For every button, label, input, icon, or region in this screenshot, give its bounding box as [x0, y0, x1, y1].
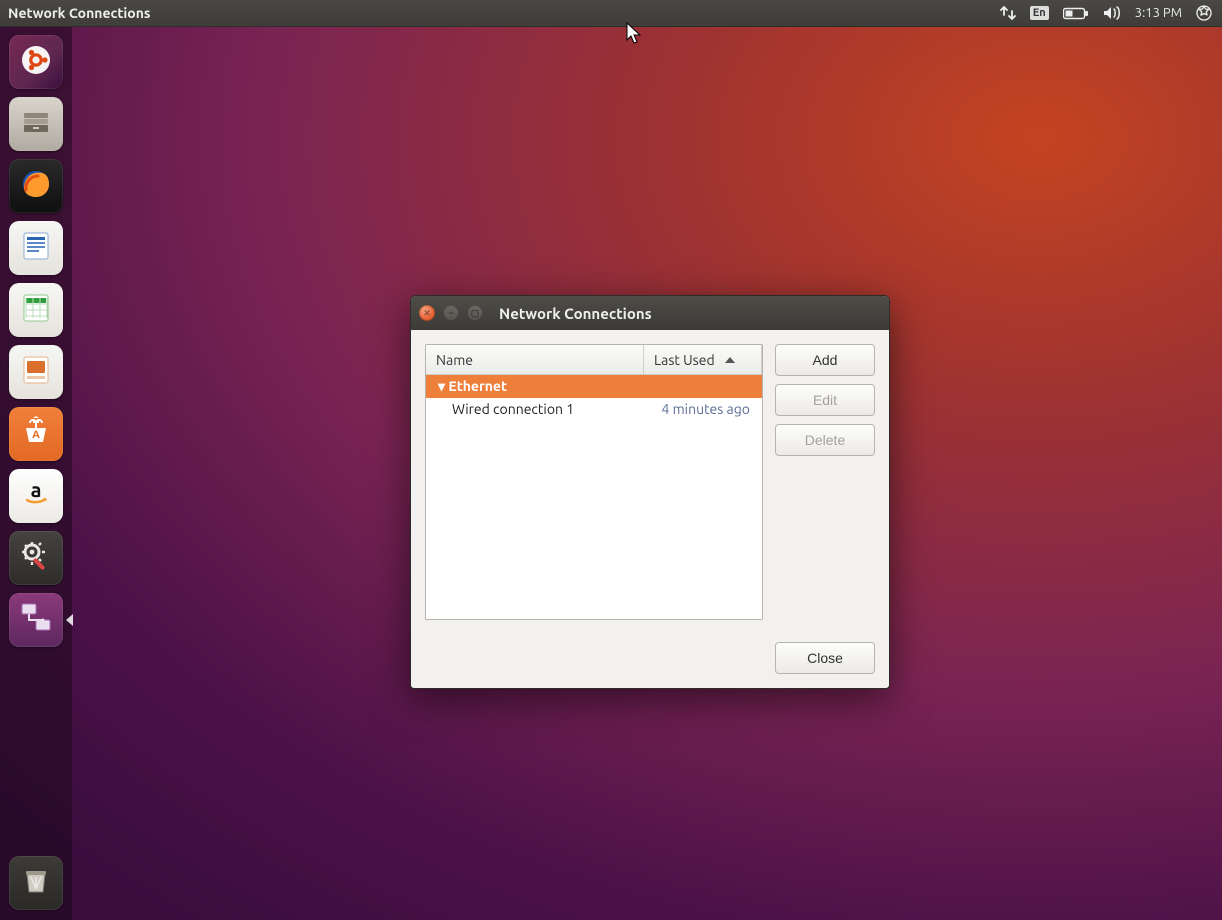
clock-indicator[interactable]: 3:13 PM	[1135, 6, 1182, 20]
delete-button[interactable]: Delete	[775, 424, 875, 456]
firefox-icon	[18, 166, 54, 206]
launcher-network-connections[interactable]	[9, 593, 63, 647]
battery-indicator-icon[interactable]	[1063, 7, 1089, 20]
calc-icon	[20, 292, 52, 328]
launcher-firefox[interactable]	[9, 159, 63, 213]
close-button[interactable]: Close	[775, 642, 875, 674]
launcher-dash[interactable]	[9, 35, 63, 89]
window-close-icon[interactable]: ✕	[419, 305, 435, 321]
launcher-software[interactable]: A	[9, 407, 63, 461]
session-indicator-icon[interactable]	[1196, 5, 1212, 21]
connection-last-used: 4 minutes ago	[662, 401, 751, 417]
launcher-files[interactable]	[9, 97, 63, 151]
top-menubar: Network Connections En 3:13 PM	[0, 0, 1222, 27]
window-titlebar[interactable]: ✕ – ▢ Network Connections	[411, 296, 889, 330]
window-maximize-icon[interactable]: ▢	[467, 305, 483, 321]
launcher-trash[interactable]	[9, 856, 63, 910]
connections-list[interactable]: Name Last Used ▾ EthernetWired connectio…	[425, 344, 763, 620]
network-connections-window: ✕ – ▢ Network Connections Name Last Used…	[410, 295, 890, 689]
window-title: Network Connections	[499, 305, 652, 322]
column-header-name[interactable]: Name	[426, 345, 644, 374]
sound-indicator-icon[interactable]	[1103, 6, 1121, 20]
unity-launcher: Aa	[0, 27, 72, 920]
files-icon	[19, 105, 53, 143]
sort-ascending-icon	[725, 357, 735, 363]
network-icon	[16, 598, 56, 642]
trash-icon	[19, 864, 53, 902]
writer-icon	[20, 230, 52, 266]
launcher-calc[interactable]	[9, 283, 63, 337]
launcher-amazon[interactable]: a	[9, 469, 63, 523]
software-icon: A	[20, 416, 52, 452]
connection-name: Wired connection 1	[452, 401, 662, 417]
launcher-writer[interactable]	[9, 221, 63, 275]
indicator-area: En 3:13 PM	[1000, 5, 1222, 21]
impress-icon	[20, 354, 52, 390]
ubuntu-icon	[19, 43, 53, 81]
settings-icon	[19, 539, 53, 577]
network-indicator-icon[interactable]	[1000, 6, 1016, 20]
edit-button[interactable]: Edit	[775, 384, 875, 416]
svg-text:a: a	[31, 478, 42, 501]
window-minimize-icon[interactable]: –	[443, 305, 459, 321]
column-header-last-used[interactable]: Last Used	[644, 345, 762, 374]
connection-group-header[interactable]: ▾ Ethernet	[426, 375, 762, 398]
active-window-title: Network Connections	[8, 5, 151, 21]
connection-row[interactable]: Wired connection 14 minutes ago	[426, 398, 762, 420]
launcher-settings[interactable]	[9, 531, 63, 585]
add-button[interactable]: Add	[775, 344, 875, 376]
launcher-impress[interactable]	[9, 345, 63, 399]
svg-text:A: A	[32, 429, 40, 441]
keyboard-lang-indicator[interactable]: En	[1030, 6, 1049, 20]
amazon-icon: a	[19, 477, 53, 515]
